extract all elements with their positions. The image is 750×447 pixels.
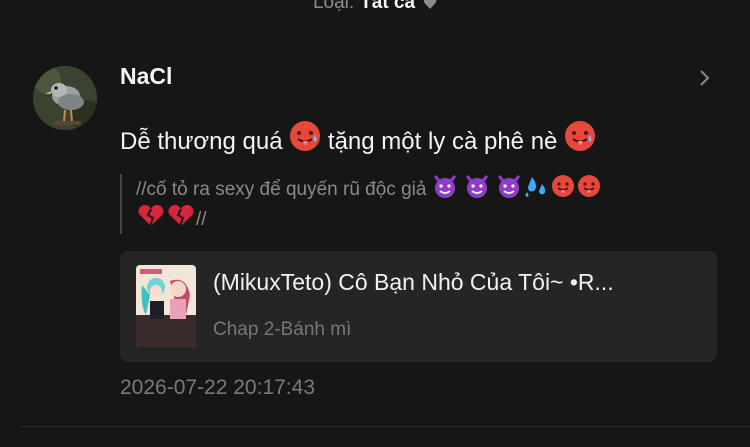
quote-end: // xyxy=(196,209,207,230)
smiling-devil-emoji xyxy=(465,175,488,198)
hot-face-emoji xyxy=(565,121,596,151)
hot-face-emoji xyxy=(290,121,321,151)
divider xyxy=(20,426,750,427)
comment-text-part1: Dễ thương quá xyxy=(120,128,290,155)
heart-icon xyxy=(423,0,437,9)
hot-face-emoji xyxy=(551,175,574,197)
quote-content: //cố tỏ ra sexy để quyến rũ độc giả // xyxy=(136,174,701,234)
story-chapter: Chap 2-Bánh mì xyxy=(213,319,352,340)
broken-heart-emoji xyxy=(168,205,194,227)
quote-text-part1: //cố tỏ ra sexy để quyến rũ độc giả xyxy=(136,179,432,200)
story-card[interactable]: (MikuxTeto) Cô Bạn Nhỏ Của Tôi~ •R... Ch… xyxy=(120,251,717,362)
filter-bar[interactable]: Loại: Tất cả xyxy=(0,0,750,14)
smiling-devil-emoji xyxy=(433,175,456,198)
comment-text: Dễ thương quá tặng một ly cà phê nè xyxy=(120,120,720,159)
filter-value[interactable]: Tất cả xyxy=(360,0,415,13)
comment-screen: Loại:Tất cả NaCl Dễ thương quá tặng một xyxy=(0,0,750,447)
quoted-text: //cố tỏ ra sexy để quyến rũ độc giả // xyxy=(120,174,720,234)
smiling-devil-emoji xyxy=(497,175,520,198)
comment-text-part2: tặng một ly cà phê nè xyxy=(321,128,565,155)
bird-avatar xyxy=(33,66,97,130)
filter-label: Loại: xyxy=(312,0,355,13)
story-cover-image xyxy=(136,265,196,347)
avatar[interactable] xyxy=(33,66,97,130)
hot-face-emoji xyxy=(577,175,600,197)
username[interactable]: NaCl xyxy=(120,63,172,90)
comment-timestamp: 2026-07-22 20:17:43 xyxy=(120,376,315,399)
sweat-droplets-emoji xyxy=(525,177,545,197)
story-title[interactable]: (MikuxTeto) Cô Bạn Nhỏ Của Tôi~ •R... xyxy=(213,269,701,296)
broken-heart-emoji xyxy=(138,205,164,227)
chevron-right-icon[interactable] xyxy=(697,68,713,88)
